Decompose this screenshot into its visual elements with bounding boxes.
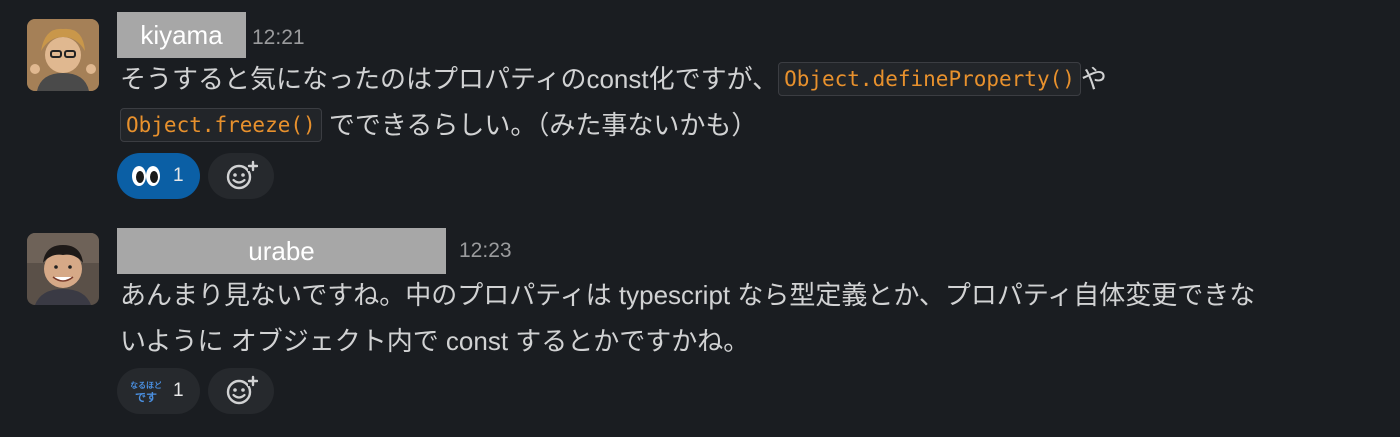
- reaction-count: 1: [173, 165, 184, 186]
- message-line: あんまり見ないですね。中のプロパティは typescript なら型定義とか、プ…: [120, 280, 1256, 310]
- reaction-eyes[interactable]: 1: [117, 153, 200, 199]
- reaction-count: 1: [173, 380, 184, 401]
- eyes-icon: [132, 166, 160, 186]
- reaction-naruhodo-desu[interactable]: なるほど です 1: [117, 368, 200, 414]
- emoji-text-top: なるほど: [131, 380, 161, 390]
- add-reaction-icon: [226, 160, 258, 190]
- timestamp[interactable]: 12:21: [252, 26, 305, 50]
- timestamp[interactable]: 12:23: [459, 239, 512, 263]
- naruhodo-desu-icon: なるほど です: [131, 380, 161, 404]
- message-line: そうすると気になったのはプロパティのconst化ですが、 Object.defin…: [120, 62, 1107, 96]
- add-reaction-icon: [226, 375, 258, 405]
- avatar-urabe[interactable]: [27, 233, 99, 305]
- message-urabe: urabe 12:23 あんまり見ないですね。中のプロパティは typescri…: [0, 215, 1400, 437]
- author-name[interactable]: kiyama: [117, 12, 246, 58]
- inline-code: Object.freeze(): [120, 108, 322, 142]
- message-kiyama: kiyama 12:21 そうすると気になったのはプロパティのconst化ですが…: [0, 0, 1400, 215]
- message-text: でできるらしい。（みた事ないかも）: [328, 110, 758, 140]
- emoji-text-bottom: です: [135, 391, 157, 404]
- author-name[interactable]: urabe: [117, 228, 446, 274]
- avatar-kiyama[interactable]: [27, 19, 99, 91]
- avatar-image: [27, 19, 99, 91]
- add-reaction-button[interactable]: [208, 153, 274, 199]
- add-reaction-button[interactable]: [208, 368, 274, 414]
- inline-code: Object.defineProperty(): [778, 62, 1081, 96]
- message-line: いように オブジェクト内で const するとかですかね。: [120, 326, 750, 356]
- message-text: や: [1080, 64, 1107, 94]
- message-line: Object.freeze() でできるらしい。（みた事ないかも）: [120, 108, 757, 142]
- message-text: そうすると気になったのはプロパティのconst化ですが、: [120, 64, 779, 94]
- avatar-image: [27, 233, 99, 305]
